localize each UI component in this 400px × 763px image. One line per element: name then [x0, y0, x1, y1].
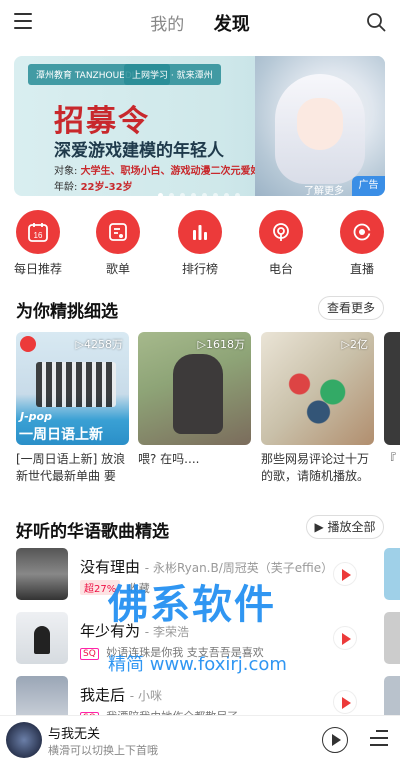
play-count: ▷2亿 — [341, 338, 368, 351]
tab-discover[interactable]: 发现 — [214, 10, 250, 36]
top-bar: 我的 发现 — [0, 0, 400, 44]
quick-nav-radio[interactable]: 电台 — [246, 210, 316, 277]
song-title-line: 没有理由 - 永彬Ryan.B/周冠英（芙子effie） — [80, 556, 333, 577]
pagination-dot — [202, 193, 207, 198]
song-title-line: 年少有为 - 李荣浩 — [80, 620, 189, 641]
song-meta-line: SQ 妙语连珠是你我 支支吾吾是喜欢 — [80, 644, 264, 660]
quick-nav-daily[interactable]: 16 每日推荐 — [3, 210, 73, 277]
song-title: 年少有为 — [80, 622, 141, 640]
featured-playlists: J-pop 一周日语上新 ▷4258万 [一周日语上新] 放浪新世代最新单曲 要… — [0, 332, 400, 492]
play-icon[interactable] — [333, 626, 357, 650]
cover-tag: J-pop — [20, 410, 52, 423]
playlist-desc: 喂? 在吗.... — [138, 452, 200, 466]
quick-nav-label: 每日推荐 — [13, 262, 62, 276]
pagination-dot — [235, 193, 240, 198]
pagination-dot — [213, 193, 218, 198]
ad-badge: 广告 — [352, 176, 385, 196]
playlist-card[interactable]: ▷2亿 那些网易评论过十万的歌，请随机播放。 — [261, 332, 374, 485]
playlist-queue-icon[interactable] — [368, 730, 388, 748]
quick-nav-label: 直播 — [349, 262, 374, 276]
song-cover — [16, 612, 68, 664]
cover-title: 一周日语上新 — [19, 427, 103, 443]
quick-nav: 16 每日推荐 歌单 排行榜 电台 直播 — [0, 210, 400, 280]
song-cover-peek — [384, 612, 400, 664]
song-title-line: 我走后 - 小咪 — [80, 684, 162, 705]
playlist-desc: 那些网易评论过十万的歌，请随机播放。 — [261, 452, 370, 483]
playlist-icon — [109, 223, 127, 241]
banner-age: 年龄: 22岁-32岁 — [54, 178, 133, 193]
calendar-icon: 16 — [28, 223, 48, 242]
song-meta: 妙语连珠是你我 支支吾吾是喜欢 — [106, 646, 264, 659]
play-all-button[interactable]: ▶ 播放全部 — [306, 515, 384, 539]
banner-age-value: 22岁-32岁 — [80, 182, 133, 193]
song-title: 没有理由 — [80, 558, 141, 576]
play-count: ▷4258万 — [75, 338, 123, 351]
featured-title: 为你精挑细选 — [16, 302, 118, 322]
song-row[interactable]: 没有理由 - 永彬Ryan.B/周冠英（芙子effie） 超27% 收藏 — [0, 548, 400, 604]
songs-section-title: 好听的华语歌曲精选 — [16, 522, 169, 542]
quick-nav-label: 电台 — [268, 262, 293, 276]
banner-age-label: 年龄: — [54, 182, 78, 193]
pagination-dot — [191, 193, 196, 198]
chart-icon — [193, 225, 207, 240]
song-row[interactable]: 年少有为 - 李荣浩 SQ 妙语连珠是你我 支支吾吾是喜欢 — [0, 612, 400, 668]
playlist-desc: 『 — [384, 452, 397, 466]
now-playing-art — [6, 722, 42, 758]
now-playing-title: 与我无关 — [48, 727, 101, 742]
pagination-dot — [158, 193, 163, 198]
hot-badge: 超27% — [80, 580, 121, 595]
view-more-button[interactable]: 查看更多 — [318, 296, 384, 320]
calendar-day: 16 — [34, 231, 43, 240]
song-meta: 收藏 — [127, 582, 150, 595]
song-artist: - 小咪 — [129, 689, 162, 703]
banner-subtitle: 深爱游戏建模的年轻人 — [54, 141, 224, 161]
pagination-dot — [224, 193, 229, 198]
quick-nav-label: 歌单 — [105, 262, 130, 276]
now-playing-hint: 横滑可以切换上下首哦 — [48, 744, 158, 757]
playlist-cover: J-pop 一周日语上新 ▷4258万 — [16, 332, 129, 445]
banner-target-value: 大学生、职场小白、游戏动漫二次元爱好者 — [80, 166, 271, 177]
top-tabs: 我的 发现 — [0, 10, 400, 36]
quick-nav-live[interactable]: 直播 — [327, 210, 397, 277]
pagination-dot — [180, 193, 185, 198]
search-icon[interactable] — [366, 12, 386, 32]
song-artist: - 李荣浩 — [144, 625, 189, 639]
playlist-cover — [384, 332, 400, 445]
playlist-cover: ▷2亿 — [261, 332, 374, 445]
live-icon — [353, 223, 372, 241]
song-artist: - 永彬Ryan.B/周冠英（芙子effie） — [144, 561, 334, 575]
banner-more-link[interactable]: 了解更多 — [304, 182, 344, 197]
play-pause-icon[interactable] — [322, 727, 348, 753]
netease-logo-icon — [20, 336, 36, 352]
sq-badge: SQ — [80, 648, 99, 660]
playlist-cover: ▷1618万 — [138, 332, 251, 445]
banner-target: 对象: 大学生、职场小白、游戏动漫二次元爱好者 — [54, 162, 271, 177]
quick-nav-playlist[interactable]: 歌单 — [83, 210, 153, 277]
pagination-dot — [169, 193, 174, 198]
mini-player[interactable]: 与我无关 横滑可以切换上下首哦 — [0, 715, 400, 763]
play-icon[interactable] — [333, 562, 357, 586]
banner-pagination — [158, 183, 246, 202]
playlist-desc: [一周日语上新] 放浪新世代最新单曲 要做... — [16, 452, 126, 483]
quick-nav-chart[interactable]: 排行榜 — [165, 210, 235, 277]
tab-mine[interactable]: 我的 — [150, 10, 184, 35]
banner-slogan: 上网学习 · 就来潭州 — [124, 64, 221, 85]
quick-nav-label: 排行榜 — [181, 262, 218, 276]
playlist-card[interactable]: ▷1618万 喂? 在吗.... — [138, 332, 251, 485]
banner-illustration — [255, 56, 385, 196]
playlist-card[interactable]: 『 — [384, 332, 400, 485]
banner-target-label: 对象: — [54, 166, 78, 177]
promo-banner[interactable]: 潭州教育 TANZHOUEDU.COM 上网学习 · 就来潭州 招募令 深爱游戏… — [14, 56, 385, 196]
banner-title: 招募令 — [54, 104, 150, 139]
radio-icon — [273, 223, 289, 241]
play-count: ▷1618万 — [197, 338, 245, 351]
playlist-card[interactable]: J-pop 一周日语上新 ▷4258万 [一周日语上新] 放浪新世代最新单曲 要… — [16, 332, 129, 485]
song-meta-line: 超27% 收藏 — [80, 580, 150, 596]
song-title: 我走后 — [80, 686, 126, 704]
song-cover — [16, 548, 68, 600]
song-cover-peek — [384, 548, 400, 600]
play-icon[interactable] — [333, 690, 357, 714]
